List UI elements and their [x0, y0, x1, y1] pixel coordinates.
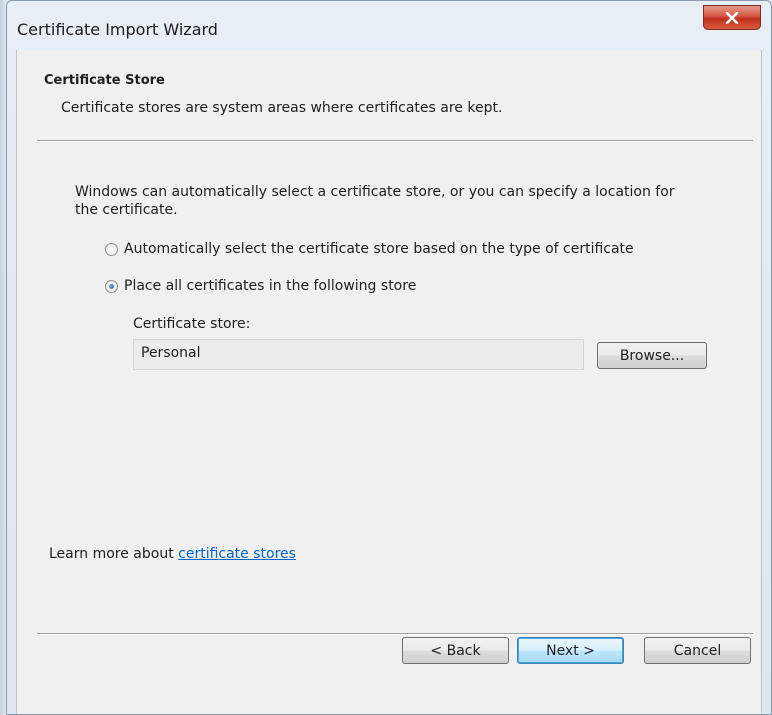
certificate-store-label: Certificate store: [133, 316, 251, 332]
certificate-store-field: Personal [133, 339, 584, 370]
next-button[interactable]: Next > [517, 637, 624, 664]
window-title: Certificate Import Wizard [17, 20, 218, 39]
back-button[interactable]: < Back [402, 637, 509, 664]
place-all-radio[interactable] [105, 279, 118, 293]
learn-more-prefix: Learn more about [49, 546, 179, 562]
header-divider [37, 140, 753, 142]
radio-selected-dot [109, 283, 114, 289]
wizard-content: Certificate Store Certificate stores are… [16, 50, 762, 714]
close-x-icon [725, 11, 739, 24]
place-all-label[interactable]: Place all certificates in the following … [124, 278, 416, 294]
title-bar[interactable]: Certificate Import Wizard [7, 1, 771, 46]
auto-select-label[interactable]: Automatically select the certificate sto… [124, 241, 634, 257]
auto-select-radio[interactable] [105, 242, 118, 256]
browse-button[interactable]: Browse... [597, 342, 707, 369]
wizard-window: Certificate Import Wizard Certificate St… [6, 0, 772, 715]
place-all-option[interactable]: Place all certificates in the following … [105, 278, 416, 294]
page-description: Certificate stores are system areas wher… [61, 100, 503, 116]
close-button[interactable] [703, 5, 761, 30]
learn-more-text: Learn more about certificate stores [49, 546, 296, 562]
intro-text: Windows can automatically select a certi… [75, 184, 675, 218]
certificate-stores-link[interactable]: certificate stores [178, 546, 296, 562]
auto-select-option[interactable]: Automatically select the certificate sto… [105, 241, 634, 257]
footer-divider [37, 633, 753, 635]
page-title: Certificate Store [44, 73, 165, 88]
cancel-button[interactable]: Cancel [644, 637, 751, 664]
